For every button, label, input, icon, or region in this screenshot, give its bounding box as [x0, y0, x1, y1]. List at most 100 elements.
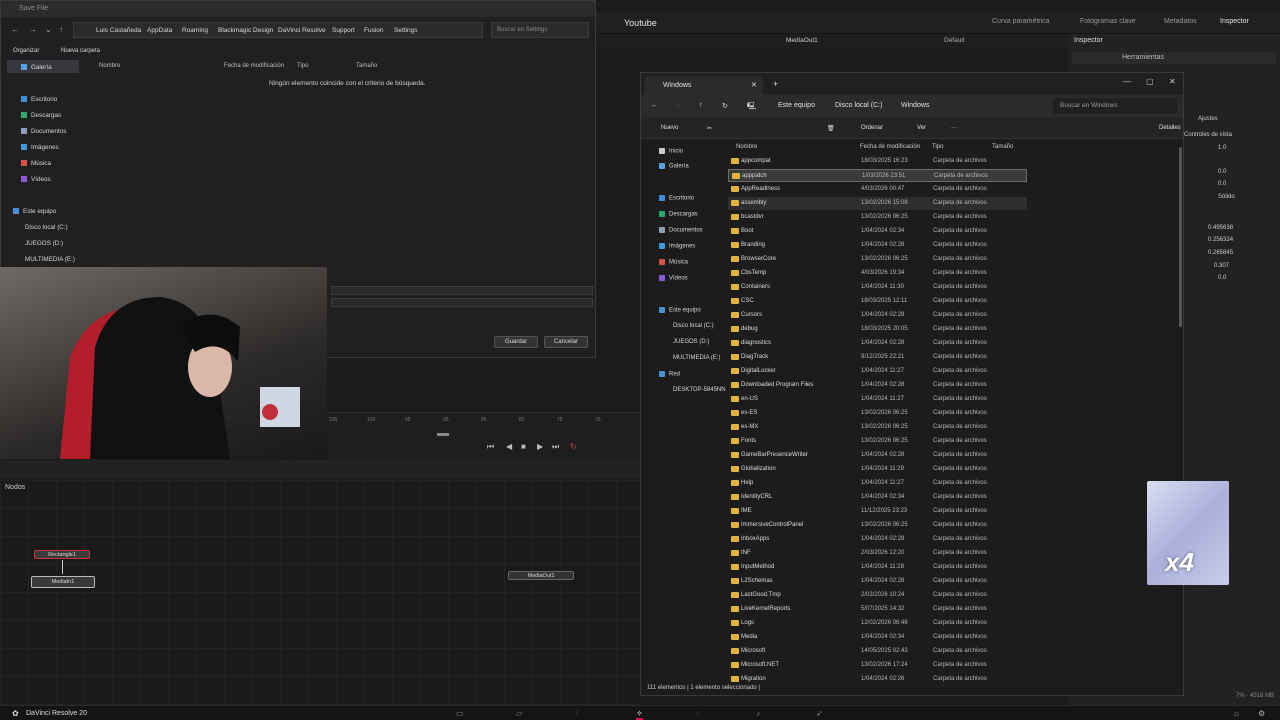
tools-tab[interactable]: Herramientas — [1122, 54, 1164, 61]
edit-page-icon[interactable]: ⫶ — [576, 709, 578, 719]
breadcrumb-item[interactable]: Blackmagic Design — [218, 27, 273, 34]
file-row[interactable]: IdentityCRL 1/04/2024 02:34 Carpeta de arc… — [728, 491, 1027, 504]
skip-back-icon[interactable]: ⏮ — [487, 442, 494, 452]
inspector-value[interactable]: 0.0 — [1218, 275, 1226, 281]
file-row[interactable]: Microsoft 14/05/2025 02:43 Carpeta de arch… — [728, 645, 1027, 658]
cancel-button[interactable]: Cancelar — [544, 336, 588, 348]
play-reverse-icon[interactable]: ◀ — [506, 442, 512, 451]
file-row[interactable]: LiveKernelReports 5/07/2025 14:32 Carpeta … — [728, 603, 1027, 616]
more-icon[interactable]: ··· — [951, 125, 957, 131]
breadcrumb-item[interactable]: Disco local (C:) — [835, 102, 882, 109]
sidebar-item-gallery[interactable]: Galería — [21, 64, 52, 71]
new-button[interactable]: Nuevo — [661, 125, 678, 131]
sidebar-item-pictures[interactable]: Imágenes — [21, 144, 59, 151]
sidebar-item-this-pc[interactable]: Este equipo — [659, 307, 701, 314]
node-rectangle[interactable]: Rectangle1 — [34, 550, 90, 559]
sidebar-item-desktop[interactable]: Escritorio — [21, 96, 57, 103]
file-row[interactable]: debug 18/03/2025 20:05 Carpeta de archivos — [728, 323, 1027, 336]
file-row[interactable]: DigitalLocker 1/04/2024 11:27 Carpeta de a… — [728, 365, 1027, 378]
scrollbar[interactable] — [1179, 147, 1182, 327]
sidebar-item-music[interactable]: Música — [21, 160, 51, 167]
breadcrumb-item[interactable]: Settings — [394, 27, 418, 34]
address-bar[interactable]: Luis Castañeda AppData Roaming Blackmagi… — [73, 22, 483, 38]
refresh-icon[interactable]: ↻ — [722, 102, 728, 110]
node-editor[interactable]: Nodos Rectangle1 MediaIn1 MediaOut1 — [0, 480, 640, 706]
file-row[interactable]: DiagTrack 9/12/2025 22:21 Carpeta de archi… — [728, 351, 1027, 364]
metadata-tab[interactable]: Metadatos — [1164, 18, 1197, 25]
skip-forward-icon[interactable]: ⏭ — [552, 442, 559, 452]
column-header[interactable]: Nombre — [736, 144, 757, 150]
breadcrumb-item[interactable]: DaVinci Resolve — [278, 27, 326, 34]
inspector-value[interactable]: 0.0 — [1218, 169, 1226, 175]
sidebar-item-drive-e[interactable]: MULTIMEDIA (E:) — [25, 256, 75, 263]
column-header[interactable]: Tipo — [297, 63, 308, 69]
sidebar-item-network[interactable]: Red — [659, 371, 680, 378]
timeline-ruler[interactable]: 105 100 95 90 85 80 75 70 — [327, 412, 640, 462]
filename-field[interactable] — [331, 286, 593, 295]
file-row[interactable]: Help 1/04/2024 11:27 Carpeta de archivos — [728, 477, 1027, 490]
fairlight-page-icon[interactable]: ♪ — [756, 709, 760, 718]
file-row[interactable]: Cursors 1/04/2024 02:28 Carpeta de archivo… — [728, 309, 1027, 322]
file-row[interactable]: AppReadiness 4/03/2026 00:47 Carpeta de ar… — [728, 183, 1027, 196]
file-row[interactable]: InboxApps 1/04/2024 02:28 Carpeta de archi… — [728, 533, 1027, 546]
file-row[interactable]: Branding 1/04/2024 02:28 Carpeta de archiv… — [728, 239, 1027, 252]
sidebar-item-this-pc[interactable]: Este equipo — [13, 208, 56, 215]
close-window-icon[interactable]: ✕ — [1169, 77, 1176, 86]
fusion-page-icon[interactable]: ✧ — [636, 709, 643, 720]
sidebar-item-documents[interactable]: Documentos — [21, 128, 66, 135]
file-row[interactable]: InputMethod 1/04/2024 11:28 Carpeta de arc… — [728, 561, 1027, 574]
sidebar-item-music[interactable]: Música — [659, 259, 688, 266]
inspector-value[interactable]: 0.256324 — [1208, 237, 1233, 243]
play-icon[interactable]: ▶ — [537, 442, 543, 451]
deliver-page-icon[interactable]: ➶ — [816, 709, 823, 718]
inspector-tab[interactable]: Inspector — [1220, 18, 1249, 25]
view-button[interactable]: Ver — [917, 125, 926, 131]
curve-tab[interactable]: Curva paramétrica — [992, 18, 1050, 25]
sidebar-item-drive-e[interactable]: MULTIMEDIA (E:) — [673, 355, 721, 361]
loop-icon[interactable]: ↻ — [570, 442, 577, 451]
inspector-value[interactable]: 0.265845 — [1208, 250, 1233, 256]
breadcrumb-item[interactable]: Support — [332, 27, 355, 34]
stop-icon[interactable]: ■ — [521, 442, 526, 451]
file-row[interactable]: apppatch 1/03/2026 23:51 Carpeta de archiv… — [728, 169, 1027, 182]
viewer-default-select[interactable]: Default — [944, 37, 965, 44]
file-row[interactable]: Fonts 13/02/2026 06:25 Carpeta de archivos — [728, 435, 1027, 448]
breadcrumb-item[interactable]: Luis Castañeda — [96, 27, 141, 34]
details-button[interactable]: Detalles — [1159, 125, 1181, 131]
file-row[interactable]: Downloaded Program Files 1/04/2024 02:28 C… — [728, 379, 1027, 392]
file-row[interactable]: Globalization 1/04/2024 11:29 Carpeta de a… — [728, 463, 1027, 476]
column-header[interactable]: Fecha de modificación — [860, 144, 920, 150]
up-icon[interactable]: ↑ — [699, 102, 703, 109]
minimize-icon[interactable]: — — [1123, 77, 1131, 86]
column-header[interactable]: Tamaño — [356, 63, 377, 69]
file-row[interactable]: Microsoft.NET 13/02/2026 17:24 Carpeta de … — [728, 659, 1027, 672]
sidebar-item-desktop[interactable]: Escritorio — [659, 195, 694, 202]
sidebar-item-home[interactable]: Inicio — [659, 148, 683, 155]
cut-page-icon[interactable]: ▱ — [516, 709, 522, 718]
file-row[interactable]: Boot 1/04/2024 02:34 Carpeta de archivos — [728, 225, 1027, 238]
sidebar-item-drive-c[interactable]: Disco local (C:) — [25, 224, 68, 231]
sort-button[interactable]: Ordenar — [861, 125, 883, 131]
sidebar-item-gallery[interactable]: Galería — [659, 163, 689, 170]
sidebar-item-downloads[interactable]: Descargas — [21, 112, 61, 119]
save-button[interactable]: Guardar — [494, 336, 538, 348]
inspector-value[interactable]: 0.307 — [1214, 263, 1229, 269]
chevron-down-icon[interactable]: ⌄ — [45, 25, 52, 34]
breadcrumb-item[interactable]: Windows — [901, 102, 929, 109]
file-row[interactable]: Logs 12/02/2026 06:46 Carpeta de archivos — [728, 617, 1027, 630]
media-page-icon[interactable]: ▭ — [456, 709, 464, 718]
close-tab-icon[interactable]: ✕ — [751, 81, 757, 89]
file-row[interactable]: diagnostics 1/04/2024 02:28 Carpeta de arc… — [728, 337, 1027, 350]
color-page-icon[interactable]: ◌ — [696, 709, 701, 718]
file-row[interactable]: Media 1/04/2024 02:34 Carpeta de archivos — [728, 631, 1027, 644]
sidebar-item-videos[interactable]: Vídeos — [659, 275, 688, 282]
sidebar-item-desktop-pc[interactable]: DESKTOP-5845NN — [673, 387, 726, 393]
column-header[interactable]: Tipo — [932, 144, 943, 150]
inspector-value[interactable]: 0.495638 — [1208, 225, 1233, 231]
sidebar-item-pictures[interactable]: Imágenes — [659, 243, 695, 250]
file-row[interactable]: IME 11/12/2025 23:23 Carpeta de archivos — [728, 505, 1027, 518]
file-row[interactable]: INF 2/03/2026 12:20 Carpeta de archivos — [728, 547, 1027, 560]
sidebar-item-downloads[interactable]: Descargas — [659, 211, 698, 218]
file-row[interactable]: Containers 1/04/2024 11:30 Carpeta de arch… — [728, 281, 1027, 294]
file-row[interactable]: GameBarPresenceWriter 1/04/2024 02:28 Carp… — [728, 449, 1027, 462]
